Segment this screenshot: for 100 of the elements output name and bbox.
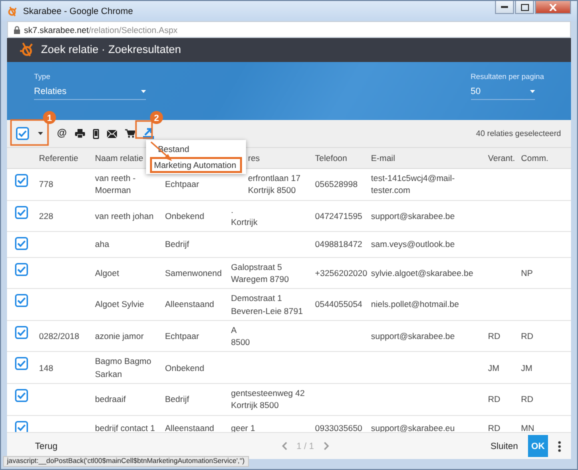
table-cell: +3256202020	[315, 266, 366, 280]
column-header[interactable]: E-mail	[371, 152, 483, 164]
table-cell-text: aha	[95, 238, 110, 251]
table-cell-text: MN	[521, 422, 536, 432]
table-cell-text: Demostraat 1 Beveren-Leie 8791	[231, 292, 304, 317]
row-checkbox[interactable]	[15, 294, 28, 308]
caret-icon	[530, 90, 535, 92]
select-field[interactable]: Relaties	[34, 86, 146, 100]
column-header[interactable]: res	[248, 152, 310, 164]
table-cell-text: Alleenstaand	[165, 298, 216, 311]
row-checkbox[interactable]	[15, 357, 28, 370]
url-host: sk7.skarabee.net	[24, 24, 89, 34]
table-cell-text: azonie jamor	[95, 330, 145, 342]
close-icon	[549, 4, 557, 10]
table-cell-text: 056528998	[315, 178, 359, 190]
table-cell-text: RD	[521, 330, 534, 342]
mobile-phone-icon[interactable]	[92, 128, 99, 138]
table-cell-text: Bedrijf	[165, 393, 190, 406]
table-cell-text: 228	[39, 210, 54, 222]
table-cell-text: 0282/2018	[39, 330, 80, 342]
column-header[interactable]: Referentie	[39, 152, 90, 164]
app-logo-icon	[7, 6, 18, 16]
chevron-left-icon[interactable]	[282, 442, 287, 450]
row-checkbox[interactable]	[15, 237, 28, 250]
table-cell-text: Alleenstaand	[165, 422, 216, 432]
table-cell-text: A 8500	[231, 324, 251, 348]
table-cell-text: Bedrijf	[165, 238, 190, 251]
table-cell-text: Echtpaar	[165, 330, 200, 342]
close-button[interactable]	[535, 1, 571, 14]
select-field[interactable]: 50	[470, 86, 535, 100]
more-options-icon[interactable]	[558, 440, 561, 452]
table-cell-text: bedraaif	[95, 393, 127, 406]
column-header[interactable]: Verant.	[488, 152, 516, 164]
highlight-frame	[10, 119, 49, 146]
table-cell-text: Samenwonend	[165, 266, 223, 280]
app-logo-icon	[19, 42, 35, 58]
menu-item[interactable]: Bestand	[146, 141, 246, 157]
table-cell-text: RD	[488, 393, 502, 406]
table-cell-text: van reeth johan	[95, 210, 155, 222]
chevron-right-icon[interactable]	[324, 442, 330, 450]
table-cell-text: 778	[39, 178, 54, 190]
row-checkbox[interactable]	[15, 262, 28, 276]
table-cell-text: support@skarabee.be	[371, 210, 456, 222]
lock-icon	[14, 26, 20, 34]
table-cell-text: sylvie.algoet@skarabee.be	[371, 266, 474, 280]
envelope-icon[interactable]	[106, 130, 117, 138]
caret-icon[interactable]	[38, 132, 43, 135]
table-cell-text: RD	[488, 330, 502, 342]
table-cell-text: RD	[521, 393, 534, 406]
table-cell-text: van reeth - Moerman	[95, 172, 137, 197]
table-cell-text: Galopstraat 5 Waregem 8790	[231, 260, 290, 286]
table-cell-text: Onbekend	[165, 210, 206, 222]
minimize-icon	[501, 6, 508, 8]
cart-icon[interactable]	[124, 129, 135, 138]
highlight-frame	[135, 120, 153, 139]
minimize-button[interactable]	[495, 1, 514, 14]
row-checkbox[interactable]	[15, 420, 28, 432]
table-cell-text: 0472471595	[315, 210, 364, 222]
table-cell-text: Algoet Sylvie	[95, 298, 146, 311]
table-cell-text: Bagmo Bagmo Sarkan	[95, 355, 152, 380]
close-link[interactable]: Sluiten	[490, 441, 518, 451]
url-path: /relation/Selection.Aspx	[88, 24, 178, 34]
maximize-button[interactable]	[515, 1, 534, 14]
email-symbol-button[interactable]: @	[57, 128, 67, 139]
printer-icon[interactable]	[74, 129, 85, 138]
table-cell-text: 148	[39, 362, 54, 374]
table-cell-text: 0933035650	[315, 422, 364, 432]
window-title: Skarabee - Google Chrome	[23, 6, 134, 16]
table-cell-text: . Kortrijk	[231, 204, 258, 228]
row-checkbox[interactable]	[15, 206, 28, 219]
row-checkbox[interactable]	[15, 389, 28, 402]
page-title: Zoek relatie · Zoekresultaten	[41, 44, 182, 56]
caret-icon	[141, 90, 146, 92]
table-cell-text: JM	[488, 362, 500, 374]
address-bar[interactable]: sk7.skarabee.net/relation/Selection.Aspx	[7, 21, 571, 38]
table-cell-text: Onbekend	[165, 362, 206, 374]
table-cell-text: niels.pollet@hotmail.be	[371, 298, 460, 311]
column-header[interactable]: Telefoon	[315, 152, 366, 164]
table-cell-text: support@skarabee.be	[371, 330, 456, 342]
row-checkbox[interactable]	[15, 326, 28, 339]
select-all-checkbox[interactable]	[16, 127, 29, 140]
page-indicator: 1 / 1	[296, 441, 314, 451]
column-header[interactable]: Comm.	[521, 152, 556, 164]
table-cell-text: NP	[521, 266, 534, 280]
table-cell-text: 0498818472	[315, 238, 364, 251]
table-cell-text: 0544055054	[315, 298, 364, 311]
table-cell-text: erfrontlaan 17 Kortrijk 8500	[248, 172, 302, 197]
table-cell-text: RD	[488, 422, 502, 432]
table-cell-text: sam.veys@outlook.be	[371, 238, 456, 251]
back-link[interactable]: Terug	[35, 441, 58, 451]
selection-count: 40 relaties geselecteerd	[476, 129, 562, 138]
menu-item[interactable]: Marketing Automation	[150, 157, 242, 173]
maximize-icon	[520, 4, 528, 10]
export-icon[interactable]	[142, 128, 154, 139]
table-cell-text: gentsesteenweg 42 Kortrijk 8500	[231, 387, 306, 412]
row-checkbox[interactable]	[15, 174, 28, 187]
table-cell-text: Algoet	[95, 266, 120, 280]
table-cell-text: JM	[521, 362, 534, 374]
table-cell-text: test-141c5wcj4@mail-tester.com	[371, 172, 456, 197]
table-cell-text: Echtpaar	[165, 178, 200, 190]
